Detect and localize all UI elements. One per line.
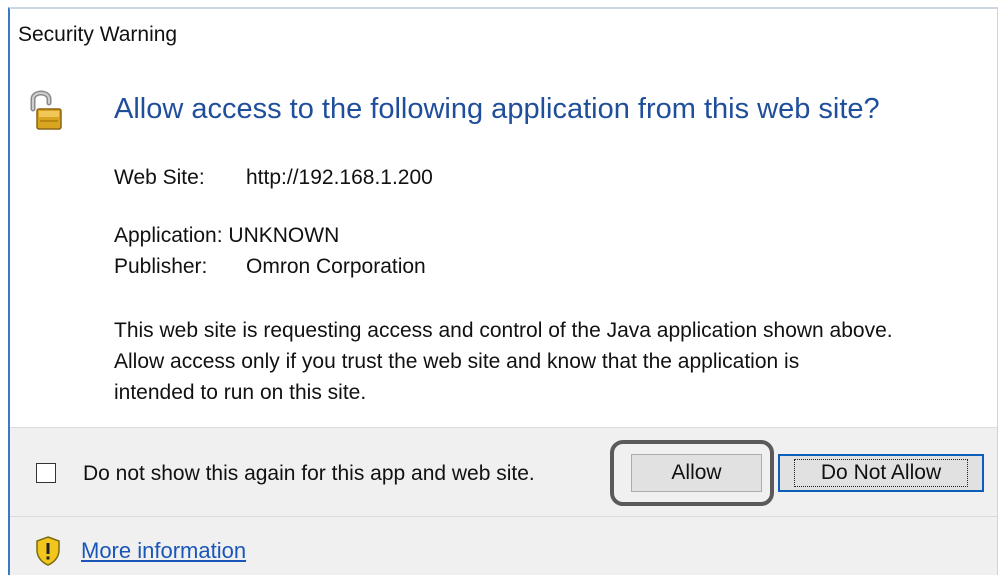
message-line: This web site is requesting access and c… (114, 319, 893, 342)
publisher-label: Publisher: (114, 255, 208, 278)
web-site-value: http://192.168.1.200 (246, 166, 433, 189)
application-row: Application: UNKNOWN (114, 224, 339, 248)
message-line: Allow access only if you trust the web s… (114, 350, 800, 373)
dialog-content: Allow access to the following applicatio… (10, 71, 997, 427)
footer-divider (10, 516, 997, 517)
dialog-heading: Allow access to the following applicatio… (114, 93, 880, 125)
application-label: Application: (114, 224, 223, 247)
padlock-icon (30, 90, 62, 130)
dialog-footer: Do not show this again for this app and … (10, 427, 997, 575)
do-not-show-label[interactable]: Do not show this again for this app and … (83, 462, 535, 486)
security-warning-dialog: Security Warning Allow access to the fol… (8, 7, 998, 575)
dialog-title: Security Warning (18, 23, 178, 46)
message-line: intended to run on this site. (114, 381, 367, 404)
allow-button[interactable]: Allow (631, 454, 762, 492)
web-site-label: Web Site: (114, 166, 205, 189)
publisher-row: Publisher: Omron Corporation (114, 255, 426, 279)
do-not-allow-button[interactable]: Do Not Allow (778, 454, 984, 492)
warning-message: This web site is requesting access and c… (114, 315, 994, 408)
publisher-value: Omron Corporation (246, 255, 426, 278)
application-value: UNKNOWN (228, 224, 340, 247)
more-information-link[interactable]: More information (81, 538, 246, 564)
web-site-row: Web Site: http://192.168.1.200 (114, 166, 433, 190)
do-not-allow-label: Do Not Allow (793, 459, 969, 487)
warning-shield-icon (36, 536, 60, 566)
do-not-show-checkbox[interactable] (36, 463, 56, 483)
